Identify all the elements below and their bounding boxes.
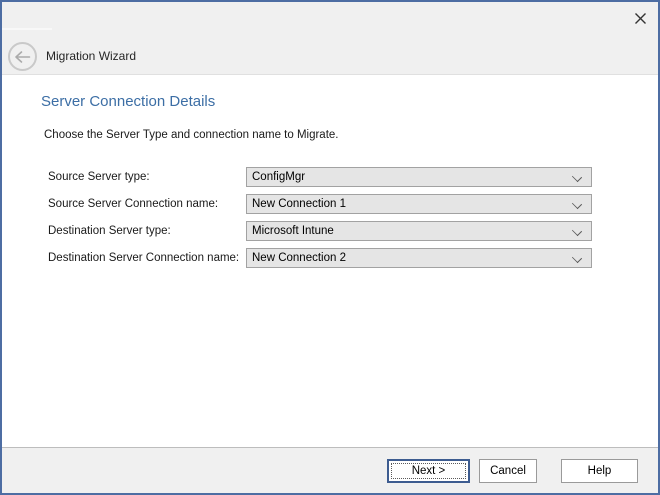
destination-server-type-label: Destination Server type: <box>48 221 171 241</box>
destination-connection-name-dropdown[interactable]: New Connection 2 <box>246 248 592 268</box>
page-description: Choose the Server Type and connection na… <box>44 129 339 141</box>
back-button[interactable] <box>8 42 37 71</box>
page-heading: Server Connection Details <box>41 93 215 110</box>
chevron-down-icon <box>572 226 582 236</box>
chevron-down-icon <box>572 199 582 209</box>
form-row-destination-server-type: Destination Server type: Microsoft Intun… <box>2 221 658 241</box>
next-button[interactable]: Next > <box>387 459 470 483</box>
destination-server-type-dropdown[interactable]: Microsoft Intune <box>246 221 592 241</box>
form-row-source-connection-name: Source Server Connection name: New Conne… <box>2 194 658 214</box>
help-button[interactable]: Help <box>561 459 638 483</box>
wizard-title: Migration Wizard <box>46 49 136 63</box>
destination-connection-name-value: New Connection 2 <box>252 249 567 267</box>
close-icon <box>634 12 647 25</box>
source-server-type-label: Source Server type: <box>48 167 150 187</box>
source-server-type-dropdown[interactable]: ConfigMgr <box>246 167 592 187</box>
form-row-destination-connection-name: Destination Server Connection name: New … <box>2 248 658 268</box>
cancel-button[interactable]: Cancel <box>479 459 537 483</box>
source-connection-name-dropdown[interactable]: New Connection 1 <box>246 194 592 214</box>
destination-server-type-value: Microsoft Intune <box>252 222 567 240</box>
arrow-left-icon <box>14 50 31 64</box>
wizard-footer: Next > Cancel Help <box>2 447 658 493</box>
source-connection-name-value: New Connection 1 <box>252 195 567 213</box>
source-server-type-value: ConfigMgr <box>252 168 567 186</box>
chevron-down-icon <box>572 172 582 182</box>
destination-connection-name-label: Destination Server Connection name: <box>48 248 239 268</box>
titlebar-highlight <box>2 28 52 30</box>
source-connection-name-label: Source Server Connection name: <box>48 194 218 214</box>
close-button[interactable] <box>629 7 651 29</box>
wizard-header: Migration Wizard <box>2 2 658 75</box>
form-row-source-server-type: Source Server type: ConfigMgr <box>2 167 658 187</box>
chevron-down-icon <box>572 253 582 263</box>
wizard-page: Server Connection Details Choose the Ser… <box>2 76 658 447</box>
migration-wizard-window: Migration Wizard Server Connection Detai… <box>0 0 660 495</box>
